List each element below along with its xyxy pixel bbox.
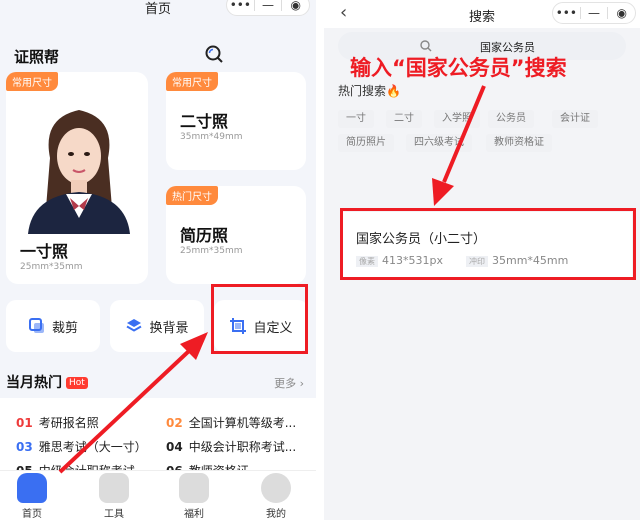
home-screen: 首页 ••• — ◉ 证照帮 常用尺寸 一寸照 25mm*35mm 常用尺寸 二…	[0, 0, 316, 520]
search-screen: ‹ 搜索 ••• — ◉ 国家公务员 输入“国家公务员”搜索 热门搜索🔥 一寸 …	[324, 0, 640, 520]
arrow-annotation	[58, 332, 208, 474]
arrow-annotation	[432, 85, 486, 206]
